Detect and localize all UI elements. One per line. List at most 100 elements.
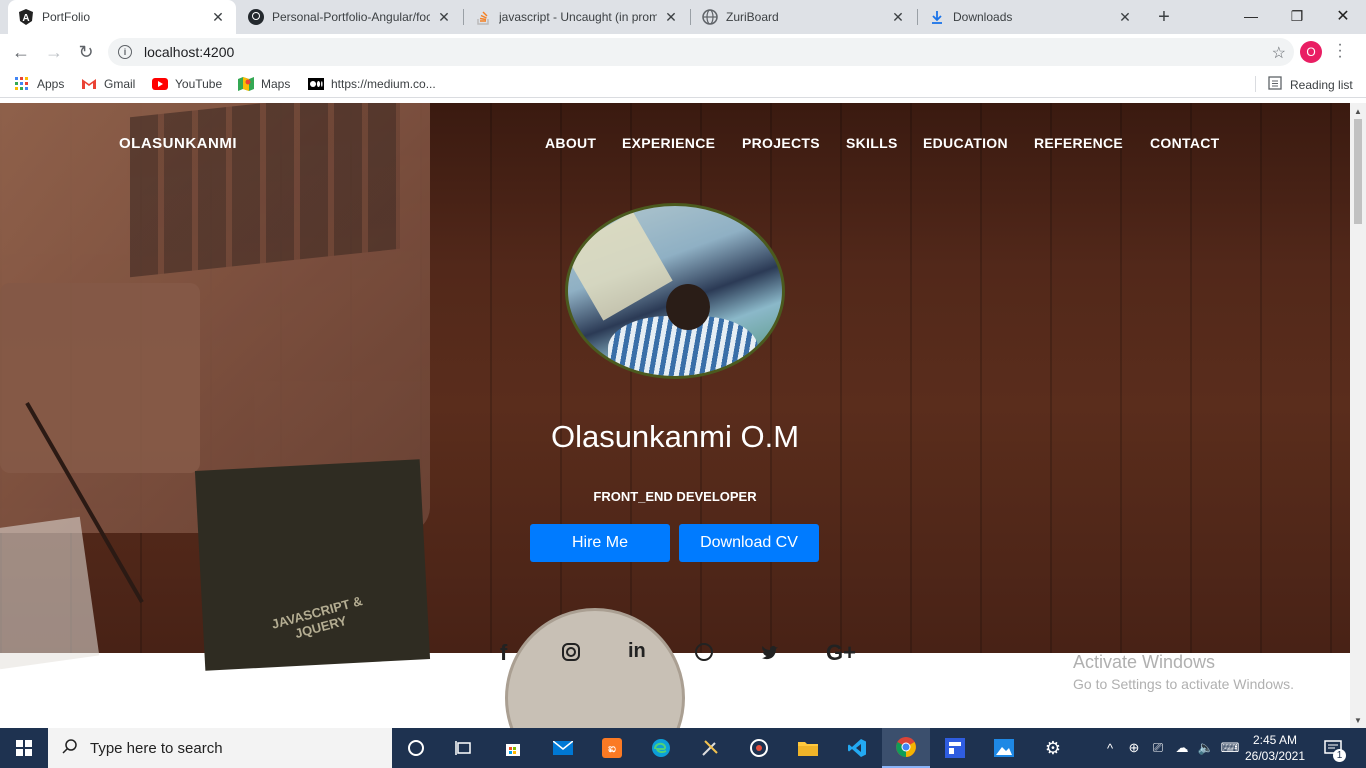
back-arrow-icon[interactable]: ← (7, 38, 35, 66)
github-icon[interactable] (694, 642, 714, 668)
twitter-icon[interactable] (760, 642, 780, 668)
meet-now-icon[interactable]: ⎚ (1148, 728, 1168, 768)
keyboard-lang-icon[interactable]: ⌨ (1220, 728, 1240, 768)
info-icon[interactable]: i (118, 45, 132, 59)
clock-time: 2:45 AM (1252, 733, 1298, 747)
nav-contact[interactable]: CONTACT (1150, 135, 1220, 151)
media-player-icon[interactable] (735, 728, 783, 768)
nav-projects[interactable]: PROJECTS (742, 135, 820, 151)
svg-text:A: A (22, 13, 29, 24)
medium-icon (308, 76, 324, 92)
bookmark-apps[interactable]: Apps (14, 76, 64, 92)
url-text: localhost:4200 (144, 44, 235, 60)
settings-gear-icon[interactable]: ⚙ (1029, 728, 1077, 768)
reload-icon[interactable]: ↻ (72, 38, 100, 66)
start-button[interactable] (0, 728, 48, 768)
restore-button[interactable]: ❐ (1274, 0, 1320, 32)
edge-icon[interactable] (637, 728, 685, 768)
github-icon (248, 9, 264, 25)
bookmark-youtube[interactable]: YouTube (152, 76, 222, 92)
download-cv-button[interactable]: Download CV (679, 524, 819, 562)
tools-icon[interactable] (686, 728, 734, 768)
activate-windows-subtitle: Go to Settings to activate Windows. (1073, 676, 1294, 692)
chrome-icon[interactable] (882, 728, 930, 768)
tab-title: javascript - Uncaught (in prom (499, 10, 657, 24)
tab-title: PortFolio (42, 10, 91, 24)
photos-icon[interactable] (980, 728, 1028, 768)
google-plus-icon[interactable]: G+ (826, 640, 856, 666)
tab-title: Personal-Portfolio-Angular/foc (272, 10, 430, 24)
tab-zuriboard[interactable]: ZuriBoard ✕ (692, 0, 916, 34)
taskbar-search[interactable]: Type here to search (48, 728, 392, 768)
main-nav: ABOUT EXPERIENCE PROJECTS SKILLS EDUCATI… (0, 135, 1350, 155)
cortana-icon[interactable] (392, 728, 440, 768)
scroll-down-arrow-icon[interactable]: ▼ (1350, 712, 1366, 728)
tab-separator (917, 9, 918, 25)
file-explorer-icon[interactable] (784, 728, 832, 768)
tab-separator (690, 9, 691, 25)
mail-icon[interactable] (539, 728, 587, 768)
close-window-button[interactable]: ✕ (1320, 0, 1366, 32)
chevron-up-icon[interactable]: ^ (1100, 728, 1120, 768)
gmail-icon (81, 76, 97, 92)
hero-section: JAVASCRIPT & JQUERY OLASUNKANMI ABOUT EX… (0, 103, 1350, 728)
apps-grid-icon (14, 76, 30, 92)
close-icon[interactable]: ✕ (436, 9, 452, 25)
profile-photo (565, 203, 785, 379)
store-icon[interactable] (489, 728, 537, 768)
facebook-icon[interactable]: f (500, 640, 507, 666)
system-clock[interactable]: 2:45 AM 26/03/2021 (1240, 732, 1310, 764)
page-scrollbar[interactable]: ▲ ▼ (1350, 103, 1366, 728)
volume-icon[interactable]: 🔈 (1196, 728, 1216, 768)
angular-icon: A (18, 9, 34, 25)
reading-list-button[interactable]: Reading list (1268, 76, 1353, 93)
close-icon[interactable]: ✕ (210, 9, 226, 25)
notification-center-icon[interactable]: 1 (1318, 728, 1348, 768)
stackoverflow-icon (475, 9, 491, 25)
search-placeholder: Type here to search (90, 739, 223, 757)
menu-dots-icon[interactable]: · · · (1334, 37, 1346, 65)
close-icon[interactable]: ✕ (663, 9, 679, 25)
tab-stackoverflow[interactable]: javascript - Uncaught (in prom ✕ (465, 0, 689, 34)
tab-title: Downloads (953, 10, 1013, 24)
instagram-icon[interactable] (561, 642, 581, 668)
new-tab-button[interactable]: + (1152, 5, 1176, 29)
nav-skills[interactable]: SKILLS (846, 135, 898, 151)
bookmark-label: Apps (37, 77, 65, 91)
activate-windows-title: Activate Windows (1073, 652, 1216, 672)
nav-education[interactable]: EDUCATION (923, 135, 1008, 151)
profile-avatar[interactable]: O (1300, 41, 1322, 63)
bookmark-label: Maps (261, 77, 291, 91)
close-icon[interactable]: ✕ (1117, 9, 1133, 25)
language-globe-icon[interactable]: ⊕ (1124, 728, 1144, 768)
xampp-icon[interactable]: ಐ (588, 728, 636, 768)
linkedin-icon[interactable]: in (628, 640, 646, 663)
bookmark-star-icon[interactable]: ☆ (1272, 43, 1286, 63)
reading-list-label: Reading list (1290, 77, 1353, 92)
onedrive-icon[interactable]: ☁ (1172, 728, 1192, 768)
vscode-icon[interactable] (833, 728, 881, 768)
divider (1255, 76, 1256, 92)
bookmark-medium[interactable]: https://medium.co... (308, 76, 436, 92)
coffee-cup-image (505, 608, 685, 728)
hire-me-button[interactable]: Hire Me (530, 524, 670, 562)
tab-downloads[interactable]: Downloads ✕ (919, 0, 1143, 34)
minimize-button[interactable]: — (1228, 0, 1274, 32)
bookmark-gmail[interactable]: Gmail (81, 76, 135, 92)
bookmark-maps[interactable]: Maps (238, 76, 290, 92)
bookmarks-bar: Apps Gmail YouTube Maps https://medium.c… (0, 70, 1366, 98)
task-view-icon[interactable] (440, 728, 488, 768)
address-bar[interactable]: i localhost:4200 ☆ (108, 38, 1294, 66)
nav-reference[interactable]: REFERENCE (1034, 135, 1123, 151)
nav-about[interactable]: ABOUT (545, 135, 596, 151)
nav-experience[interactable]: EXPERIENCE (622, 135, 715, 151)
bookmark-label: https://medium.co... (331, 77, 436, 91)
close-icon[interactable]: ✕ (890, 9, 906, 25)
app-icon[interactable] (931, 728, 979, 768)
windows-taskbar: Type here to search ಐ ⚙ ^ ⊕ ⎚ ☁ 🔈 ⌨ 2:45… (0, 728, 1366, 768)
scrollbar-thumb[interactable] (1354, 119, 1362, 224)
tab-portfolio[interactable]: A PortFolio ✕ (8, 0, 236, 34)
forward-arrow-icon[interactable]: → (40, 38, 68, 66)
scroll-up-arrow-icon[interactable]: ▲ (1350, 103, 1366, 119)
tab-github[interactable]: Personal-Portfolio-Angular/foc ✕ (238, 0, 462, 34)
